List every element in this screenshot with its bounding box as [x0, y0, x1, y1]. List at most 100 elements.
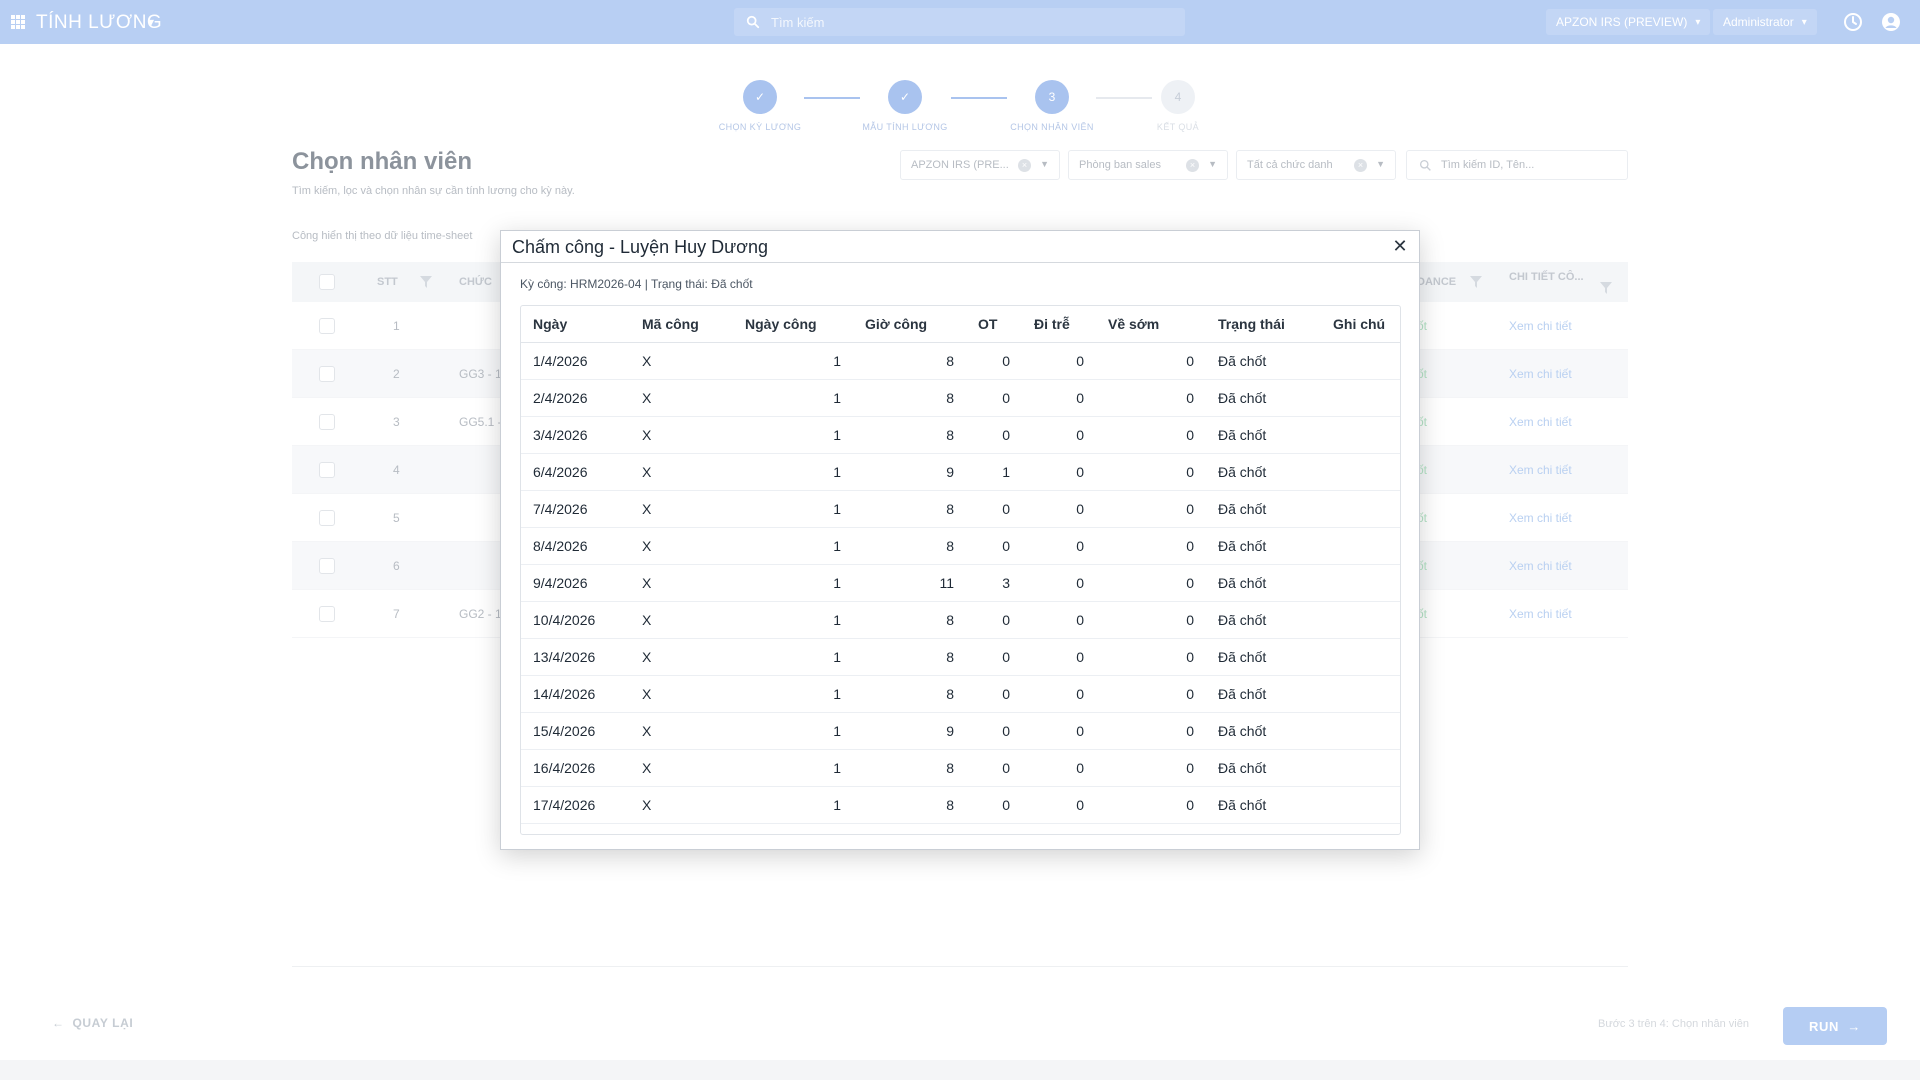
column-position: CHỨC	[459, 276, 492, 288]
row-checkbox[interactable]	[319, 318, 335, 334]
filter-icon[interactable]	[1600, 282, 1612, 294]
row-stt: 3	[393, 415, 400, 429]
cell-days: 1	[733, 379, 853, 417]
run-button[interactable]: RUN →	[1783, 1007, 1887, 1045]
row-checkbox[interactable]	[319, 510, 335, 526]
table-row[interactable]: 16/4/2026 X 1 8 0 0 0 Đã chốt	[521, 749, 1400, 787]
clear-icon[interactable]: ×	[1018, 159, 1031, 172]
col-days[interactable]: Ngày công	[733, 306, 853, 343]
cell-note	[1321, 527, 1400, 565]
table-row[interactable]: 15/4/2026 X 1 9 0 0 0 Đã chốt	[521, 712, 1400, 750]
row-checkbox[interactable]	[319, 414, 335, 430]
app-grid-icon[interactable]	[11, 15, 25, 29]
clear-icon[interactable]: ×	[1186, 159, 1199, 172]
cell-ot: 1	[966, 453, 1022, 491]
table-row[interactable]: 17/4/2026 X 1 8 0 0 0 Đã chốt	[521, 786, 1400, 824]
cell-early: 0	[1096, 342, 1206, 380]
cell-note	[1321, 416, 1400, 454]
cell-hours: 11	[853, 564, 966, 602]
company-filter-value: APZON IRS (PRE...	[911, 159, 1009, 171]
column-attendance: DANCE	[1417, 276, 1457, 288]
row-checkbox[interactable]	[319, 366, 335, 382]
search-input[interactable]	[771, 12, 1171, 32]
col-early[interactable]: Về sớm	[1096, 306, 1206, 343]
filter-icon[interactable]	[420, 276, 432, 288]
cell-late: 0	[1022, 638, 1096, 676]
user-menu[interactable]: Administrator ▾	[1713, 9, 1817, 35]
check-icon: ✓	[888, 80, 922, 114]
clock-icon[interactable]	[1843, 12, 1863, 32]
cell-early: 0	[1096, 638, 1206, 676]
col-ot[interactable]: OT	[966, 306, 1022, 343]
table-row[interactable]: 8/4/2026 X 1 8 0 0 0 Đã chốt	[521, 527, 1400, 565]
user-name: Administrator	[1723, 15, 1794, 29]
col-note[interactable]: Ghi chú	[1321, 306, 1400, 343]
filter-icon[interactable]	[1470, 276, 1482, 288]
table-row[interactable]: 10/4/2026 X 1 8 0 0 0 Đã chốt	[521, 601, 1400, 639]
view-detail-link[interactable]: Xem chi tiết	[1509, 398, 1572, 446]
table-row[interactable]: 1/4/2026 X 1 8 0 0 0 Đã chốt	[521, 342, 1400, 380]
step-progress-text: Bước 3 trên 4: Chọn nhân viên	[1598, 1018, 1749, 1030]
row-checkbox[interactable]	[319, 558, 335, 574]
table-row[interactable]: 9/4/2026 X 1 11 3 0 0 Đã chốt	[521, 564, 1400, 602]
table-row[interactable]: 14/4/2026 X 1 8 0 0 0 Đã chốt	[521, 675, 1400, 713]
job-title-filter[interactable]: Tất cả chức danh × ▼	[1236, 150, 1396, 180]
step-3[interactable]: 3 CHỌN NHÂN VIÊN	[992, 80, 1112, 132]
cell-days: 1	[733, 527, 853, 565]
cell-status: Đã chốt	[1206, 416, 1321, 454]
view-detail-link[interactable]: Xem chi tiết	[1509, 446, 1572, 494]
cell-ot: 0	[966, 416, 1022, 454]
view-detail-link[interactable]: Xem chi tiết	[1509, 302, 1572, 350]
timesheet-grid[interactable]: Ngày Mã công Ngày công Giờ công OT Đi tr…	[520, 305, 1401, 835]
department-filter[interactable]: Phòng ban sales × ▼	[1068, 150, 1228, 180]
cell-note	[1321, 675, 1400, 713]
cell-days: 1	[733, 675, 853, 713]
employee-search[interactable]: Tìm kiếm ID, Tên...	[1406, 150, 1628, 180]
view-detail-link[interactable]: Xem chi tiết	[1509, 494, 1572, 542]
row-checkbox[interactable]	[319, 462, 335, 478]
top-bar: TÍNH LƯƠNG ▾ APZON IRS (PREVIEW) ▾ Admin…	[0, 0, 1920, 44]
user-avatar-icon[interactable]	[1881, 12, 1901, 32]
cell-late: 0	[1022, 675, 1096, 713]
employee-search-placeholder: Tìm kiếm ID, Tên...	[1441, 159, 1535, 171]
cell-status: Đã chốt	[1206, 527, 1321, 565]
view-detail-link[interactable]: Xem chi tiết	[1509, 350, 1572, 398]
table-row[interactable]: 2/4/2026 X 1 8 0 0 0 Đã chốt	[521, 379, 1400, 417]
cell-code: X	[630, 786, 733, 824]
cell-note	[1321, 638, 1400, 676]
col-hours[interactable]: Giờ công	[853, 306, 966, 343]
step-2[interactable]: ✓ MẪU TÍNH LƯƠNG	[845, 80, 965, 132]
cell-code: X	[630, 379, 733, 417]
company-selector[interactable]: APZON IRS (PREVIEW) ▾	[1546, 9, 1711, 35]
view-detail-link[interactable]: Xem chi tiết	[1509, 590, 1572, 638]
view-detail-link[interactable]: Xem chi tiết	[1509, 542, 1572, 590]
timesheet-meta: Kỳ công: HRM2026-04 | Trạng thái: Đã chố…	[520, 277, 753, 291]
cell-days: 1	[733, 786, 853, 824]
col-late[interactable]: Đi trễ	[1022, 306, 1096, 343]
company-filter[interactable]: APZON IRS (PRE... × ▼	[900, 150, 1060, 180]
app-title[interactable]: TÍNH LƯƠNG	[36, 12, 162, 34]
close-icon[interactable]: ✕	[1389, 235, 1411, 257]
select-all-checkbox[interactable]	[319, 274, 335, 290]
clear-icon[interactable]: ×	[1354, 159, 1367, 172]
col-date[interactable]: Ngày	[521, 306, 630, 343]
cell-late: 0	[1022, 601, 1096, 639]
table-row[interactable]: 13/4/2026 X 1 8 0 0 0 Đã chốt	[521, 638, 1400, 676]
col-status[interactable]: Trạng thái	[1206, 306, 1321, 343]
table-row[interactable]: 3/4/2026 X 1 8 0 0 0 Đã chốt	[521, 416, 1400, 454]
step-4[interactable]: 4 KẾT QUẢ	[1118, 80, 1238, 132]
chevron-down-icon[interactable]: ▾	[148, 15, 154, 29]
table-row[interactable]: 7/4/2026 X 1 8 0 0 0 Đã chốt	[521, 490, 1400, 528]
back-button[interactable]: ← QUAY LẠI	[52, 1016, 133, 1030]
global-search[interactable]	[734, 8, 1185, 36]
cell-code: X	[630, 416, 733, 454]
row-stt: 7	[393, 607, 400, 621]
row-checkbox[interactable]	[319, 606, 335, 622]
timesheet-dialog: Chấm công - Luyện Huy Dương ✕ Kỳ công: H…	[500, 230, 1420, 850]
cell-days: 1	[733, 342, 853, 380]
col-code[interactable]: Mã công	[630, 306, 733, 343]
cell-ot: 0	[966, 712, 1022, 750]
table-row[interactable]: 6/4/2026 X 1 9 1 0 0 Đã chốt	[521, 453, 1400, 491]
cell-note	[1321, 453, 1400, 491]
step-1[interactable]: ✓ CHỌN KỲ LƯƠNG	[700, 80, 820, 132]
